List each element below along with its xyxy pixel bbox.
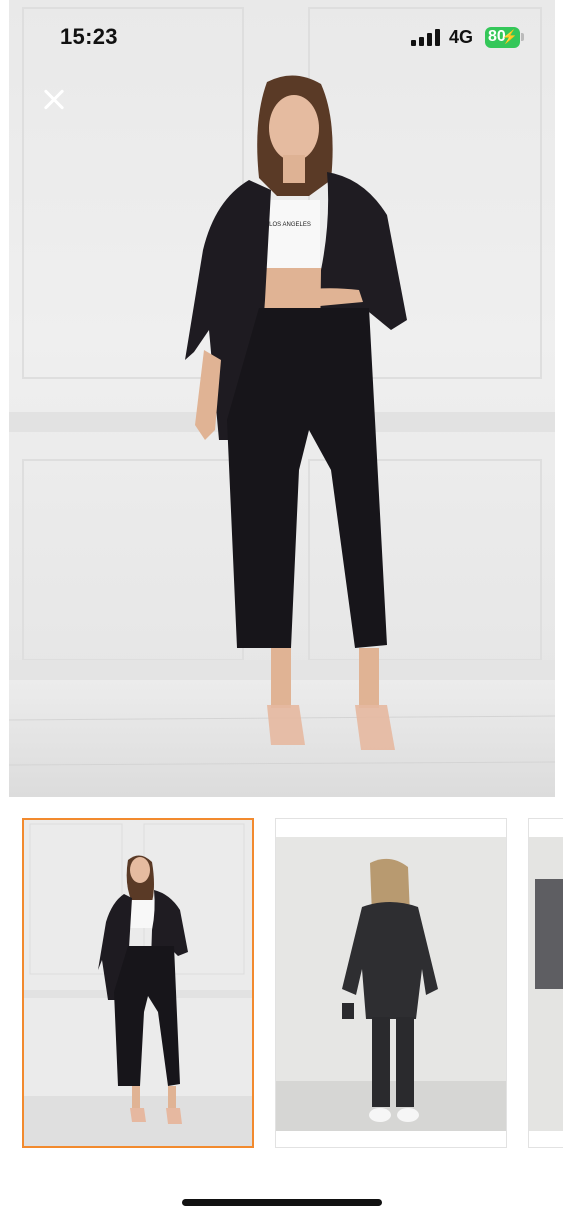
- network-type: 4G: [449, 27, 474, 47]
- thumbnail-1-image: [24, 820, 252, 1146]
- thumbnail-strip[interactable]: [0, 818, 563, 1148]
- thumbnail-3-image: [529, 837, 563, 1131]
- product-photo: LOS ANGELES: [9, 0, 555, 797]
- thumbnail-3[interactable]: [528, 818, 563, 1148]
- thumbnail-2-image: [276, 819, 506, 1147]
- status-time: 15:23: [60, 24, 118, 49]
- close-button[interactable]: close-icon: [36, 82, 72, 118]
- thumbnail-2[interactable]: [275, 818, 507, 1148]
- top-print-text: LOS ANGELES: [269, 222, 311, 228]
- signal-icon: [411, 29, 441, 46]
- main-product-image[interactable]: LOS ANGELES: [9, 0, 555, 797]
- battery-cap: [521, 33, 524, 41]
- thumbnail-1[interactable]: [22, 818, 254, 1148]
- battery-icon: 80 ⚡: [485, 27, 520, 48]
- home-indicator[interactable]: [182, 1199, 382, 1206]
- status-bar: 15:23 4G 80 ⚡: [0, 0, 563, 76]
- charging-icon: ⚡: [501, 29, 518, 44]
